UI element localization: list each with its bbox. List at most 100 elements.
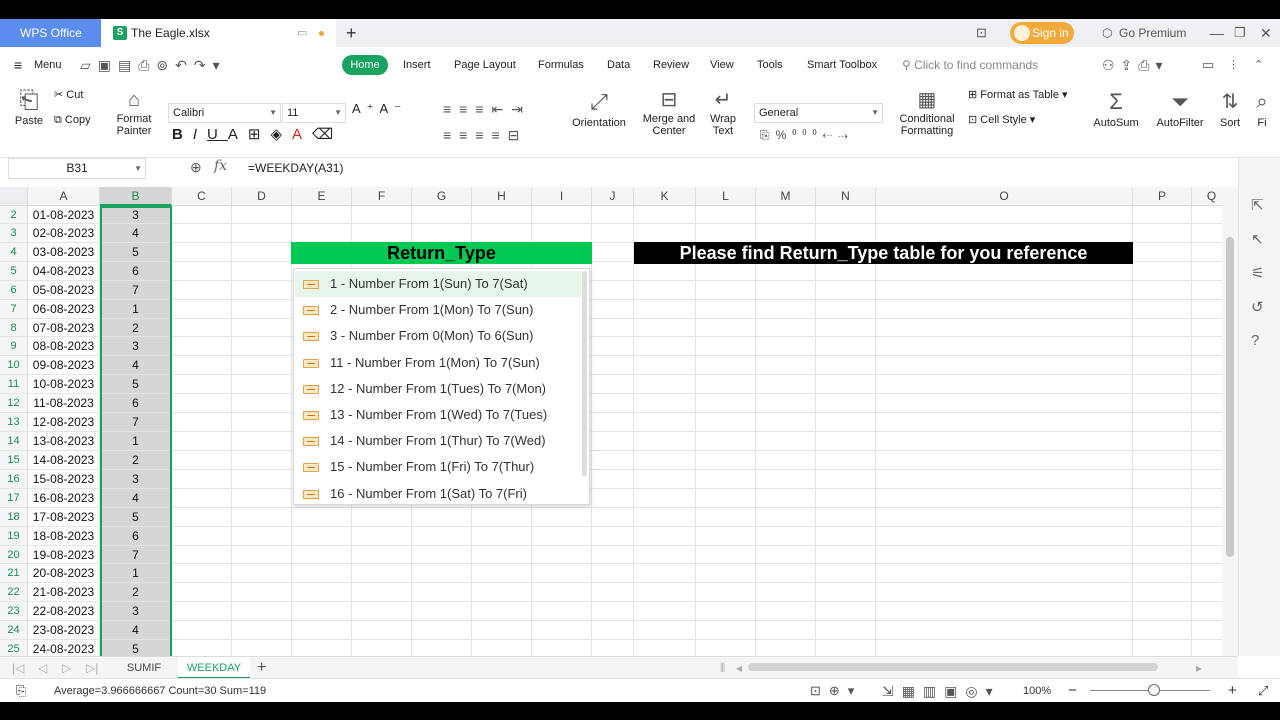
column-header-a[interactable]: A <box>28 187 100 206</box>
horizontal-align-icons[interactable]: ≡≡≡≡⊟ <box>443 128 527 142</box>
row-header[interactable]: 14 <box>0 432 28 451</box>
insert-function-icon[interactable]: fx <box>214 158 227 174</box>
cell-date[interactable]: 21-08-2023 <box>28 583 100 602</box>
minimize-icon[interactable]: — <box>1210 19 1224 47</box>
fullscreen-icon[interactable]: ⤢ <box>1258 679 1268 702</box>
name-box[interactable]: B31 ▼ <box>8 158 146 179</box>
cell-weekday[interactable]: 4 <box>100 356 172 375</box>
row-header[interactable]: 22 <box>0 583 28 602</box>
column-header-i[interactable]: I <box>532 187 592 206</box>
tab-data[interactable]: Data <box>607 47 630 83</box>
select-cursor-icon[interactable]: ⇱ <box>1251 196 1264 214</box>
history-icon[interactable]: ↺ <box>1251 298 1264 316</box>
cell-weekday[interactable]: 4 <box>100 489 172 508</box>
merge-center-button[interactable]: ⊟ Merge and Center <box>640 87 698 137</box>
cell-date[interactable]: 01-08-2023 <box>28 206 100 224</box>
cell-weekday[interactable]: 4 <box>100 621 172 640</box>
sheet-tab-sumif[interactable]: SUMIF <box>112 657 176 679</box>
zoom-in-icon[interactable]: + <box>1228 679 1237 702</box>
cell-weekday[interactable]: 7 <box>100 546 172 564</box>
paste-button[interactable]: ⎗ Paste <box>10 87 48 127</box>
row-header[interactable]: 17 <box>0 489 28 508</box>
column-header-h[interactable]: H <box>472 187 532 206</box>
cell-weekday[interactable]: 5 <box>100 375 172 394</box>
cell-weekday[interactable]: 2 <box>100 451 172 470</box>
autosum-button[interactable]: Σ AutoSum <box>1088 87 1144 129</box>
next-sheet-icon[interactable]: ▷ <box>62 657 71 679</box>
cell-date[interactable]: 14-08-2023 <box>28 451 100 470</box>
conditional-formatting-button[interactable]: ▦ Conditional Formatting <box>894 87 960 137</box>
wps-office-tab[interactable]: WPS Office <box>0 19 101 47</box>
font-color-icon[interactable]: A <box>292 126 312 143</box>
cell-weekday[interactable]: 1 <box>100 564 172 583</box>
tab-insert[interactable]: Insert <box>403 47 431 83</box>
column-header-n[interactable]: N <box>816 187 876 206</box>
column-header-o[interactable]: O <box>876 187 1133 206</box>
row-header[interactable]: 15 <box>0 451 28 470</box>
reference-banner[interactable]: Please find Return_Type table for you re… <box>634 242 1133 264</box>
cell-date[interactable]: 02-08-2023 <box>28 224 100 243</box>
comment-icon[interactable]: ▭ <box>1202 47 1214 83</box>
cell-date[interactable]: 05-08-2023 <box>28 281 100 300</box>
status-tool-icons[interactable]: ⊡⊕▾ <box>810 679 862 702</box>
italic-icon[interactable]: I <box>193 126 207 143</box>
zoom-lens-icon[interactable]: ⊕ <box>190 159 202 176</box>
row-header[interactable]: 13 <box>0 413 28 432</box>
pointer-icon[interactable]: ↖ <box>1251 230 1264 248</box>
cell-weekday[interactable]: 6 <box>100 262 172 281</box>
add-sheet-icon[interactable]: + <box>257 657 266 679</box>
row-header[interactable]: 21 <box>0 564 28 583</box>
number-format-icons[interactable]: ⎘%⁰⁰⁰⇠⇢ <box>760 129 854 141</box>
format-painter-button[interactable]: ⌂ Format Painter <box>114 87 154 137</box>
cell-weekday[interactable]: 3 <box>100 470 172 489</box>
restore-icon[interactable]: ❐ <box>1234 19 1246 47</box>
quick-access-icons[interactable]: ▱▣▤⎙⊚↶↷▾ <box>80 47 227 83</box>
column-header-f[interactable]: F <box>352 187 412 206</box>
cell-date[interactable]: 20-08-2023 <box>28 564 100 583</box>
cell-weekday[interactable]: 3 <box>100 206 172 224</box>
settings-sliders-icon[interactable]: ⚟ <box>1251 264 1264 282</box>
tab-tools[interactable]: Tools <box>757 47 783 83</box>
find-button-partial[interactable]: ⌕ Fi <box>1252 87 1272 129</box>
horizontal-scroll-thumb[interactable] <box>748 663 1158 671</box>
formula-input[interactable]: =WEEKDAY(A31) <box>248 161 343 175</box>
column-header-q[interactable]: Q <box>1192 187 1222 206</box>
dropdown-item[interactable]: 13 - Number From 1(Wed) To 7(Tues) <box>295 402 581 428</box>
format-as-table-button[interactable]: ⊞ Format as Table ▾ <box>968 89 1068 101</box>
column-header-g[interactable]: G <box>412 187 472 206</box>
cloud-sync-icon[interactable]: ▭ <box>297 19 307 47</box>
cell-date[interactable]: 09-08-2023 <box>28 356 100 375</box>
cell-weekday[interactable]: 3 <box>100 602 172 621</box>
fill-color-icon[interactable]: ◈ <box>270 126 292 143</box>
dropdown-item[interactable]: 11 - Number From 1(Mon) To 7(Sun) <box>295 350 581 376</box>
help-icon[interactable]: ? <box>1251 332 1259 349</box>
row-header[interactable]: 8 <box>0 319 28 337</box>
column-header-b[interactable]: B <box>100 187 172 206</box>
cell-date[interactable]: 24-08-2023 <box>28 640 100 656</box>
prev-sheet-icon[interactable]: ◁ <box>38 657 47 679</box>
row-header[interactable]: 4 <box>0 243 28 262</box>
autofilter-button[interactable]: ⏷ AutoFilter <box>1150 87 1210 129</box>
return-type-autocomplete-list[interactable]: 1 - Number From 1(Sun) To 7(Sat) 2 - Numb… <box>293 268 590 505</box>
cell-weekday[interactable]: 7 <box>100 281 172 300</box>
cell-date[interactable]: 17-08-2023 <box>28 508 100 527</box>
cell-date[interactable]: 08-08-2023 <box>28 337 100 356</box>
dropdown-item[interactable]: 16 - Number From 1(Sat) To 7(Fri) <box>295 481 581 507</box>
column-header-d[interactable]: D <box>232 187 292 206</box>
row-header[interactable]: 12 <box>0 394 28 413</box>
vertical-scrollbar[interactable] <box>1222 187 1238 656</box>
row-header[interactable]: 16 <box>0 470 28 489</box>
row-header[interactable]: 24 <box>0 621 28 640</box>
row-header[interactable]: 11 <box>0 375 28 394</box>
menu-button[interactable]: Menu <box>34 47 62 83</box>
row-header[interactable]: 5 <box>0 262 28 281</box>
cell-date[interactable]: 06-08-2023 <box>28 300 100 319</box>
row-header[interactable]: 9 <box>0 337 28 356</box>
zoom-level[interactable]: 100% <box>1023 679 1051 702</box>
zoom-slider-thumb[interactable] <box>1148 684 1160 696</box>
cell-date[interactable]: 10-08-2023 <box>28 375 100 394</box>
more-icon[interactable]: ⋮ <box>1228 47 1239 83</box>
cell-weekday[interactable]: 1 <box>100 300 172 319</box>
bold-icon[interactable]: B <box>172 126 193 143</box>
cell-weekday[interactable]: 2 <box>100 583 172 602</box>
